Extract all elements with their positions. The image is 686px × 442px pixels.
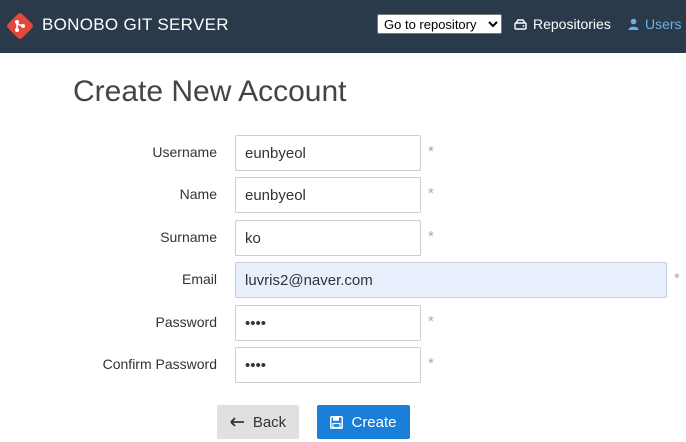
nav-users-label: Users [645,16,682,32]
surname-label: Surname [160,229,217,245]
nav-repositories-link[interactable]: Repositories [514,16,611,32]
drive-icon [514,18,527,30]
back-button-label: Back [252,413,287,431]
name-input[interactable] [235,177,421,213]
name-row: Name * [0,177,686,213]
create-button[interactable]: Create [317,405,410,439]
confirm-password-input[interactable] [235,347,421,383]
repository-select[interactable]: Go to repository [377,14,502,34]
email-input[interactable] [235,262,667,298]
user-icon [628,18,639,30]
nav-users-link[interactable]: Users [628,16,682,32]
confirm-password-row: Confirm Password * [0,347,686,383]
username-label: Username [152,144,217,160]
surname-input[interactable] [235,220,421,256]
email-row: Email * [0,262,686,298]
required-marker: * [428,143,434,160]
surname-row: Surname * [0,220,686,256]
top-navbar: BONOBO GIT SERVER Go to repository Repos… [0,0,686,53]
name-label: Name [179,186,217,202]
create-button-label: Create [351,413,397,431]
username-input[interactable] [235,135,421,171]
back-button[interactable]: Back [217,405,299,439]
password-row: Password * [0,305,686,341]
confirm-password-label: Confirm Password [102,356,217,372]
git-logo-icon[interactable] [6,12,34,40]
required-marker: * [428,313,434,330]
password-label: Password [155,314,217,330]
required-marker: * [428,228,434,245]
save-icon [330,415,344,429]
username-row: Username * [0,135,686,171]
required-marker: * [674,270,680,287]
required-marker: * [428,185,434,202]
required-marker: * [428,355,434,372]
brand-name[interactable]: BONOBO GIT SERVER [42,15,229,35]
nav-repositories-label: Repositories [533,16,611,32]
arrow-left-icon [230,417,244,427]
page-title: Create New Account [73,75,347,108]
password-input[interactable] [235,305,421,341]
email-label: Email [181,271,217,287]
